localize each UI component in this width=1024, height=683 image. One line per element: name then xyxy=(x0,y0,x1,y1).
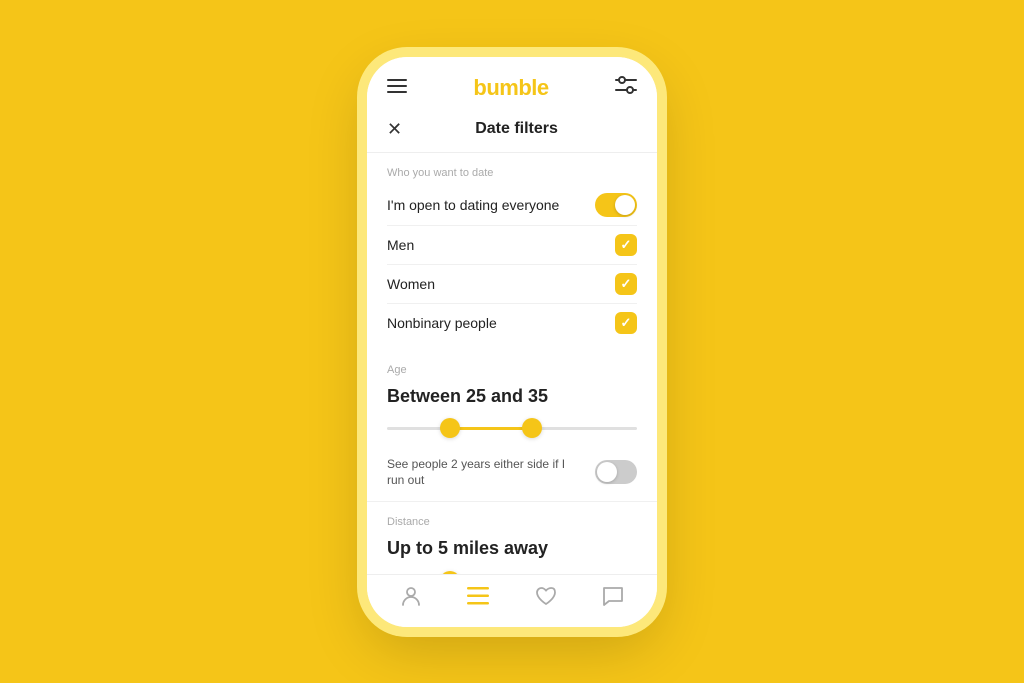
phone-screen: bumble ✕ Date filters Who you want to da… xyxy=(367,57,657,627)
age-section: Age Between 25 and 35 See people 2 years… xyxy=(367,350,657,498)
age-see-people-text: See people 2 years either side if I run … xyxy=(387,456,577,490)
app-logo: bumble xyxy=(473,75,548,101)
distance-value: Up to 5 miles away xyxy=(367,534,657,569)
who-label: Who you want to date xyxy=(367,153,657,185)
nav-heart-icon[interactable] xyxy=(535,586,557,612)
content-area: Who you want to date I'm open to dating … xyxy=(367,153,657,574)
men-checkbox[interactable]: ✓ xyxy=(615,234,637,256)
toggle-knob-age xyxy=(597,462,617,482)
distance-slider-thumb[interactable] xyxy=(440,571,460,574)
nonbinary-text: Nonbinary people xyxy=(387,315,497,331)
menu-icon[interactable] xyxy=(387,77,407,98)
nonbinary-row: Nonbinary people ✓ xyxy=(367,304,657,342)
men-text: Men xyxy=(387,237,414,253)
who-section: Who you want to date I'm open to dating … xyxy=(367,153,657,342)
age-slider-container xyxy=(367,427,657,448)
filter-title: Date filters xyxy=(416,120,617,138)
age-slider-track xyxy=(387,427,637,430)
age-value: Between 25 and 35 xyxy=(367,382,657,417)
women-row: Women ✓ xyxy=(367,265,657,303)
age-slider-thumb-right[interactable] xyxy=(522,418,542,438)
nav-chat-icon[interactable] xyxy=(602,586,624,612)
women-checkbox[interactable]: ✓ xyxy=(615,273,637,295)
check-icon-2: ✓ xyxy=(621,276,632,292)
check-icon: ✓ xyxy=(621,237,632,253)
nav-match-icon[interactable] xyxy=(467,587,489,611)
open-to-everyone-row: I'm open to dating everyone xyxy=(367,185,657,225)
check-icon-3: ✓ xyxy=(621,315,632,331)
bottom-nav xyxy=(367,574,657,627)
age-see-people-toggle[interactable] xyxy=(595,460,637,484)
filter-header: ✕ Date filters xyxy=(367,111,657,153)
women-text: Women xyxy=(387,276,435,292)
nav-profile-icon[interactable] xyxy=(400,585,422,613)
filter-icon[interactable] xyxy=(615,76,637,99)
age-slider-fill xyxy=(450,427,533,430)
distance-section: Distance Up to 5 miles away See people s… xyxy=(367,501,657,573)
open-to-everyone-text: I'm open to dating everyone xyxy=(387,197,559,213)
toggle-knob xyxy=(615,195,635,215)
age-slider-thumb-left[interactable] xyxy=(440,418,460,438)
men-row: Men ✓ xyxy=(367,226,657,264)
distance-label: Distance xyxy=(367,502,657,534)
age-label: Age xyxy=(367,350,657,382)
top-bar: bumble xyxy=(367,57,657,111)
nonbinary-checkbox[interactable]: ✓ xyxy=(615,312,637,334)
age-see-people-row: See people 2 years either side if I run … xyxy=(367,448,657,498)
close-button[interactable]: ✕ xyxy=(387,119,402,140)
open-to-everyone-toggle[interactable] xyxy=(595,193,637,217)
